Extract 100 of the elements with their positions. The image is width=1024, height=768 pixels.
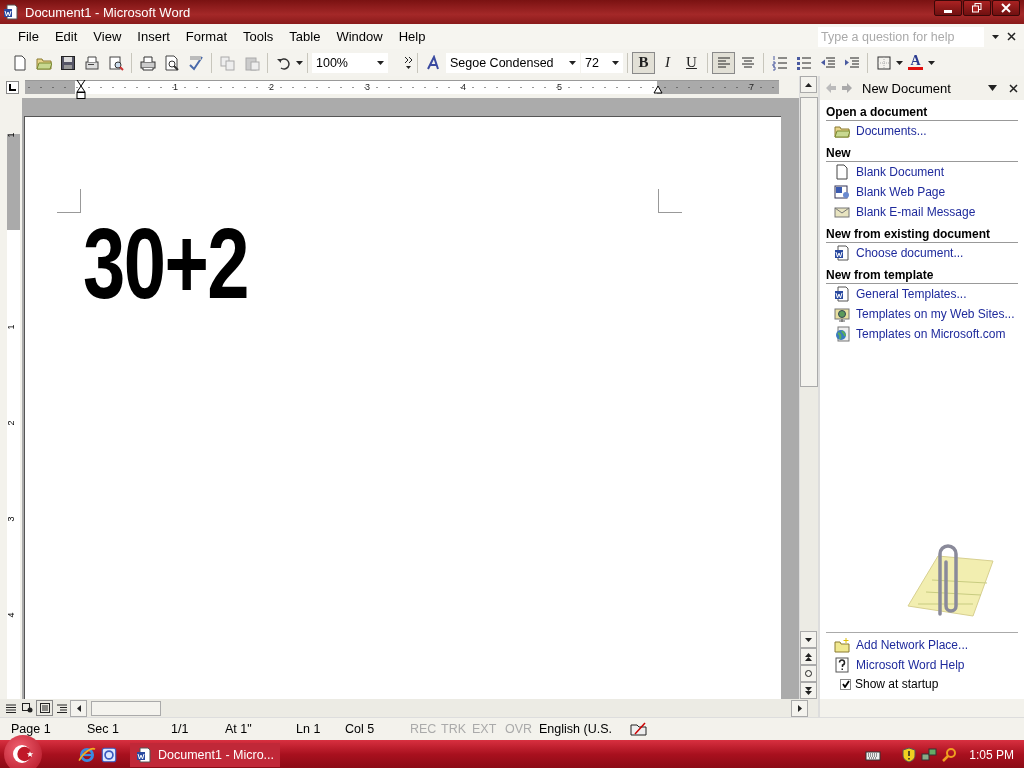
scroll-up-button[interactable] [800,76,817,93]
caret-icon [896,60,903,65]
document-page[interactable]: 30+2 [24,116,781,699]
word-document-icon [834,245,850,261]
status-indicator: Sec 1 [87,722,119,736]
section-heading: New from template [826,266,1018,284]
right-arrow-icon [797,704,802,712]
section-heading: Open a document [826,103,1018,121]
close-button[interactable] [992,0,1020,16]
status-indicator: At 1" [225,722,252,736]
help-dropdown-icon [992,34,999,39]
font-dropdown[interactable]: Segoe Condensed [446,52,580,73]
network-icon [921,746,938,763]
font-icon [425,54,442,71]
restore-button[interactable] [963,0,991,16]
status-indicator: EXT [472,722,497,736]
italic-button[interactable]: I [656,51,679,74]
minimize-button[interactable] [934,0,962,16]
task-link[interactable]: Templates on Microsoft.com [856,327,1006,341]
blank-page-icon [834,164,850,180]
task-link[interactable]: Blank E-mail Message [856,205,976,219]
tab-selector[interactable] [6,80,19,94]
menu-item[interactable]: Insert [129,27,178,46]
next-page-button[interactable] [800,682,817,699]
scroll-down-button[interactable] [800,631,817,648]
task-link[interactable]: Microsoft Word Help [856,658,965,672]
horizontal-scroll-thumb[interactable] [91,700,161,716]
page-layout-icon [39,703,50,713]
menu-item[interactable]: Format [177,27,235,46]
lines-icon [5,703,16,713]
menu-item[interactable]: Tools [235,27,282,46]
close-icon[interactable] [1009,83,1018,93]
paste-icon [243,54,260,71]
task-link[interactable]: General Templates... [856,287,967,301]
ruler-number: 2 [269,81,274,93]
status-indicator: Ln 1 [296,722,321,736]
zoom-dropdown[interactable]: 100% [312,52,388,73]
decrease-indent-icon [819,54,836,71]
scroll-right-button[interactable] [791,699,808,717]
task-link[interactable]: Documents... [856,124,927,138]
task-link[interactable]: Templates on my Web Sites... [856,307,1015,321]
menu-item[interactable]: Window [328,27,391,46]
underline-button[interactable]: U [680,51,703,74]
blank-page-icon [11,54,28,71]
print-layout-button[interactable] [36,700,53,716]
clock: 1:05 PM [969,747,1014,762]
web-layout-icon [22,703,33,713]
double-up-arrow-icon [805,652,812,661]
browse-object-button[interactable] [800,665,817,682]
menu-item[interactable]: Help [390,27,434,46]
caret-icon [377,60,384,65]
spelling-status-icon[interactable] [630,722,648,736]
security-shield-icon [901,746,918,763]
ruler-number: 4 [461,81,466,93]
web-page-icon [834,184,850,200]
left-arrow-icon [76,704,81,712]
word-document-icon [834,286,850,302]
pane-menu-caret-icon[interactable] [988,85,997,91]
window-title: Document1 - Microsoft Word [25,4,191,20]
menu-item[interactable]: Table [281,27,329,46]
task-pane-title: New Document [862,80,951,96]
outline-icon [56,703,67,713]
taskbar-window-button[interactable]: Document1 - Micro... [130,742,280,767]
numbered-list-icon [771,54,788,71]
bullet-list-icon [795,54,812,71]
previous-page-button[interactable] [800,648,817,665]
font-color-button[interactable]: A [904,51,927,74]
menu-item[interactable]: Edit [46,27,86,46]
toolbar-options-icon[interactable] [404,55,413,70]
indent-marker-icon[interactable] [76,80,86,100]
align-left-button[interactable] [712,51,735,74]
ruler-margin [25,81,75,94]
startup-checkbox[interactable] [840,678,851,690]
bold-button[interactable]: B [632,51,655,74]
scroll-left-button[interactable] [70,699,87,717]
right-indent-marker-icon[interactable] [653,86,663,94]
close-icon[interactable] [1007,32,1016,41]
increase-indent-icon [843,54,860,71]
align-center-icon [739,54,756,71]
task-link[interactable]: Blank Document [856,165,945,179]
fax-icon [83,54,100,71]
task-link[interactable]: Blank Web Page [856,185,946,199]
magnifier-icon [941,746,958,763]
task-link[interactable]: Choose document... [856,246,964,260]
scroll-thumb[interactable] [800,97,818,387]
close-icon [1001,3,1011,13]
font-size-dropdown[interactable]: 72 [581,52,623,73]
status-indicator: OVR [505,722,533,736]
align-left-icon [715,54,732,71]
folder-icon [834,123,850,139]
copy-icon [219,54,236,71]
envelope-icon [834,204,850,220]
section-heading: New [826,144,1018,162]
start-button[interactable] [4,735,42,768]
margin-corner-mark [658,189,682,213]
ruler-number: 1 [173,81,178,93]
help-search-field[interactable]: Type a question for help [818,26,984,47]
menu-item[interactable]: View [85,27,130,46]
task-link[interactable]: Add Network Place... [856,638,969,652]
menu-item[interactable]: File [10,27,47,46]
